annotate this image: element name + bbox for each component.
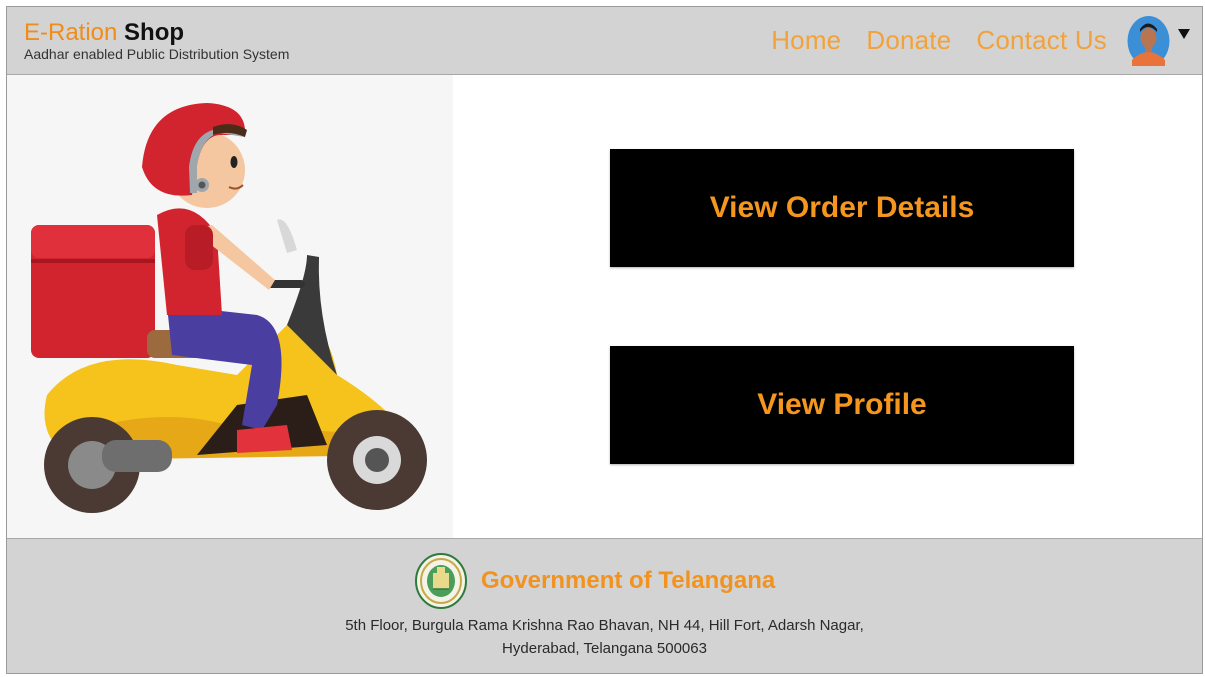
delivery-scooter-illustration — [7, 75, 453, 538]
brand-tagline: Aadhar enabled Public Distribution Syste… — [24, 46, 290, 62]
caret-down-icon[interactable] — [1178, 29, 1190, 39]
government-title: Government of Telangana — [481, 567, 776, 594]
main-nav: Home Donate Contact Us — [771, 25, 1107, 56]
nav-donate-link[interactable]: Donate — [866, 25, 951, 56]
address-line-1: 5th Floor, Burgula Rama Krishna Rao Bhav… — [345, 617, 864, 634]
view-profile-button[interactable]: View Profile — [610, 346, 1074, 464]
footer-heading: Government of Telangana — [415, 553, 775, 609]
app-frame: E-Ration Shop Aadhar enabled Public Dist… — [6, 6, 1203, 674]
brand[interactable]: E-Ration Shop Aadhar enabled Public Dist… — [24, 20, 290, 63]
address-line-2: Hyderabad, Telangana 500063 — [502, 640, 707, 657]
top-header: E-Ration Shop Aadhar enabled Public Dist… — [7, 7, 1202, 75]
brand-title: E-Ration Shop — [24, 20, 289, 46]
nav-contact-link[interactable]: Contact Us — [976, 25, 1107, 56]
footer-address: 5th Floor, Burgula Rama Krishna Rao Bhav… — [7, 614, 1202, 660]
footer: Government of Telangana 5th Floor, Burgu… — [7, 538, 1202, 673]
nav-home-link[interactable]: Home — [771, 25, 841, 56]
telangana-emblem-icon — [415, 553, 467, 609]
brand-name-part1: E-Ration — [24, 19, 118, 46]
view-order-details-button[interactable]: View Order Details — [610, 149, 1074, 267]
user-avatar-icon[interactable] — [1127, 14, 1170, 67]
brand-name-part2: Shop — [124, 19, 185, 46]
